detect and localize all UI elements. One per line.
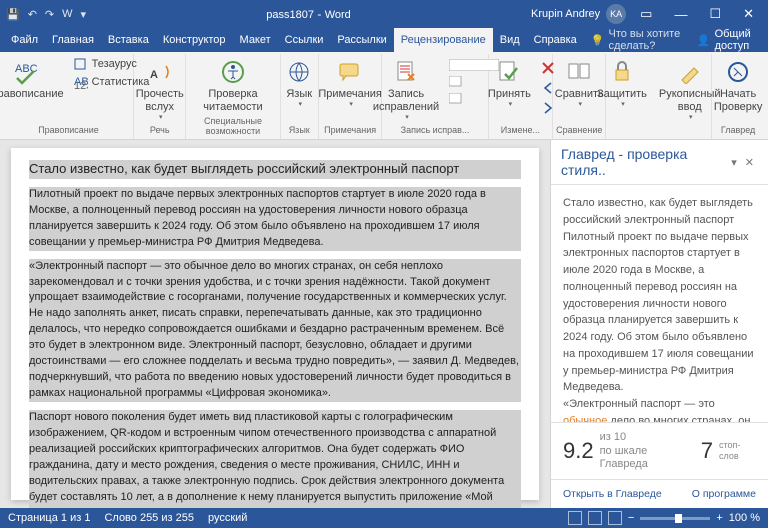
stopwords-count: 7 — [701, 438, 713, 464]
user-avatar[interactable]: KA — [606, 4, 626, 24]
group-language: Язык — [289, 125, 310, 137]
tab-mailings[interactable]: Рассылки — [330, 28, 393, 52]
score-value: 9.2 — [563, 438, 594, 464]
menu-bar: Файл Главная Вставка Конструктор Макет С… — [0, 28, 768, 52]
zoom-value[interactable]: 100 % — [729, 512, 760, 524]
para[interactable]: «Электронный паспорт — это обычное дело … — [29, 259, 521, 402]
document-area[interactable]: Стало известно, как будет выглядеть росс… — [0, 140, 550, 508]
highlight[interactable]: обычное — [563, 415, 607, 423]
glavred-panel: Главред - проверка стиля.. ▾ ✕ Стало изв… — [550, 140, 768, 508]
undo-icon[interactable]: ↶ — [28, 8, 37, 21]
svg-text:123: 123 — [74, 80, 88, 89]
ribbon: ABC Правописание Тезаурус ABC123Статисти… — [0, 52, 768, 140]
group-changes: Измене... — [501, 125, 540, 137]
group-accessibility: Специальные возможности — [192, 116, 273, 138]
tab-review[interactable]: Рецензирование — [394, 28, 493, 52]
tab-insert[interactable]: Вставка — [101, 28, 156, 52]
panel-close-icon[interactable]: ✕ — [741, 156, 758, 169]
svg-text:A: A — [150, 69, 158, 81]
ribbon-options-icon[interactable]: ▭ — [632, 6, 660, 22]
tab-home[interactable]: Главная — [45, 28, 101, 52]
group-speech: Речь — [150, 125, 170, 137]
group-spelling: Правописание — [38, 125, 99, 137]
svg-text:ABC: ABC — [15, 63, 38, 75]
spelling-button[interactable]: ABC Правописание — [0, 56, 68, 103]
save-icon[interactable]: 💾 — [6, 8, 20, 21]
read-mode-icon[interactable] — [568, 511, 582, 525]
tab-help[interactable]: Справка — [527, 28, 584, 52]
open-glavred-link[interactable]: Открыть в Главреде — [563, 488, 662, 500]
tab-file[interactable]: Файл — [4, 28, 45, 52]
group-protect — [657, 125, 660, 137]
panel-dropdown-icon[interactable]: ▾ — [727, 156, 741, 169]
para[interactable]: Стало известно, как будет выглядеть росс… — [29, 160, 521, 179]
about-link[interactable]: О программе — [692, 488, 756, 500]
tab-view[interactable]: Вид — [493, 28, 527, 52]
accept-button[interactable]: Принять — [484, 56, 535, 112]
qat-dropdown-icon[interactable]: ▾ — [81, 8, 87, 21]
para[interactable]: Пилотный проект по выдаче первых электро… — [29, 187, 521, 251]
zoom-out-icon[interactable]: − — [628, 512, 634, 524]
zoom-slider[interactable] — [640, 517, 710, 520]
panel-content: Стало известно, как будет выглядеть росс… — [551, 185, 768, 422]
title-bar: 💾 ↶ ↷ W ▾ pass1807 - Word Krupin Andrey … — [0, 0, 768, 28]
user-name[interactable]: Krupin Andrey — [531, 8, 600, 20]
minimize-icon[interactable]: — — [666, 7, 695, 22]
panel-score: 9.2 из 10по шкале Главреда 7 стоп-слов — [551, 422, 768, 479]
tell-me[interactable]: 💡Что вы хотите сделать? — [584, 28, 697, 52]
group-tracking: Запись исправ... — [401, 125, 470, 137]
track-changes-button[interactable]: Запись исправлений — [369, 56, 443, 125]
window-title: pass1807 - Word — [86, 7, 531, 21]
para[interactable]: Паспорт нового поколения будет иметь вид… — [29, 410, 521, 508]
print-layout-icon[interactable] — [588, 511, 602, 525]
page[interactable]: Стало известно, как будет выглядеть росс… — [11, 148, 539, 500]
group-glavred: Главред — [721, 125, 755, 137]
panel-title: Главред - проверка стиля.. — [561, 146, 727, 178]
status-language[interactable]: русский — [208, 512, 247, 524]
zoom-in-icon[interactable]: + — [716, 512, 722, 524]
tab-references[interactable]: Ссылки — [278, 28, 331, 52]
w-icon[interactable]: W — [62, 8, 72, 20]
protect-button[interactable]: Защитить — [593, 56, 651, 112]
accessibility-button[interactable]: Проверка читаемости — [199, 56, 266, 116]
close-icon[interactable]: ✕ — [735, 6, 762, 22]
redo-icon[interactable]: ↷ — [45, 8, 54, 21]
share-button[interactable]: 👤Общий доступ — [697, 28, 762, 52]
language-button[interactable]: Язык — [281, 56, 317, 112]
web-layout-icon[interactable] — [608, 511, 622, 525]
maximize-icon[interactable]: ☐ — [701, 6, 729, 22]
status-words[interactable]: Слово 255 из 255 — [104, 512, 194, 524]
read-aloud-button[interactable]: A Прочесть вслух — [132, 56, 188, 125]
glavred-start-button[interactable]: Начать Проверку — [710, 56, 767, 116]
tab-design[interactable]: Конструктор — [156, 28, 233, 52]
group-compare: Сравнение — [556, 125, 602, 137]
status-page[interactable]: Страница 1 из 1 — [8, 512, 90, 524]
group-comments: Примечания — [324, 125, 376, 137]
status-bar: Страница 1 из 1 Слово 255 из 255 русский… — [0, 508, 768, 528]
tab-layout[interactable]: Макет — [233, 28, 278, 52]
